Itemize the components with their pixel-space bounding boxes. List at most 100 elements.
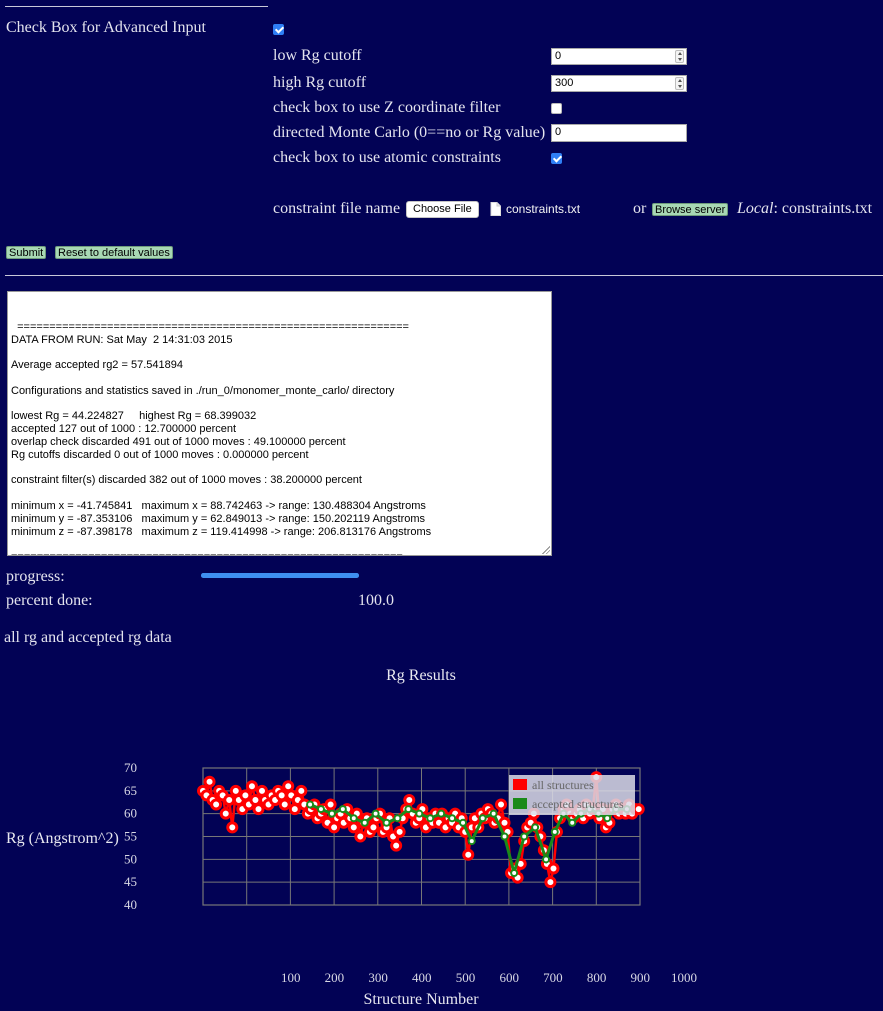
x-tick-label: 1000 <box>671 970 697 985</box>
y-tick-label: 60 <box>124 806 137 821</box>
directed-mc-value: 0 <box>555 126 562 138</box>
data-point <box>324 798 337 811</box>
plot-heading: all rg and accepted rg data <box>4 629 172 646</box>
advanced-input-label: Check Box for Advanced Input <box>6 19 206 36</box>
high-rg-input[interactable]: 300 <box>551 75 687 92</box>
data-point <box>338 805 347 814</box>
resize-handle-icon[interactable] <box>542 546 550 554</box>
x-axis-label: Structure Number <box>363 991 479 1008</box>
y-tick-label: 70 <box>124 760 137 775</box>
data-point <box>354 830 367 843</box>
x-tick-label: 600 <box>499 970 519 985</box>
data-point <box>252 803 265 816</box>
y-tick-label: 50 <box>124 851 137 866</box>
constraint-file-label: constraint file name <box>273 200 401 217</box>
low-rg-label: low Rg cutoff <box>273 47 362 64</box>
output-text: ========================================… <box>11 320 432 555</box>
reset-button[interactable]: Reset to default values <box>55 246 173 259</box>
or-label: or <box>633 200 647 217</box>
high-rg-stepper-icon[interactable] <box>675 77 684 90</box>
data-point <box>371 809 380 818</box>
data-point <box>547 862 560 875</box>
data-point <box>500 832 509 841</box>
x-tick-label: 500 <box>456 970 476 985</box>
chosen-file-name: constraints.txt <box>506 202 581 216</box>
x-tick-label: 900 <box>631 970 651 985</box>
data-point <box>531 823 540 832</box>
data-point <box>210 798 223 811</box>
middle-divider <box>5 275 883 276</box>
directed-mc-label: directed Monte Carlo (0==no or Rg value) <box>273 124 546 141</box>
top-divider <box>5 6 268 7</box>
data-point <box>459 818 468 827</box>
constraints-checkbox[interactable] <box>551 153 562 164</box>
data-point <box>349 814 358 823</box>
data-point <box>360 818 369 827</box>
data-point <box>327 809 336 818</box>
local-label: Local <box>737 200 774 217</box>
data-point <box>437 809 446 818</box>
data-point <box>278 798 291 811</box>
data-point <box>316 805 325 814</box>
high-rg-label: high Rg cutoff <box>273 74 367 91</box>
data-point <box>544 876 557 889</box>
data-point <box>603 814 612 823</box>
data-point <box>415 809 424 818</box>
data-point <box>542 855 551 864</box>
data-point <box>295 784 308 797</box>
data-point <box>403 793 416 806</box>
data-point <box>226 821 239 834</box>
data-point <box>393 825 406 838</box>
progress-bar <box>201 573 359 578</box>
x-tick-label: 800 <box>587 970 607 985</box>
data-point <box>520 832 529 841</box>
y-tick-label: 40 <box>124 897 137 912</box>
x-tick-label: 300 <box>368 970 388 985</box>
low-rg-input[interactable]: 0 <box>551 48 687 65</box>
z-filter-checkbox[interactable] <box>551 103 562 114</box>
legend-swatch <box>513 798 527 809</box>
x-tick-label: 100 <box>281 970 301 985</box>
y-axis-label: Rg (Angstrom^2) <box>6 830 119 847</box>
data-point <box>462 848 475 861</box>
x-tick-label: 400 <box>412 970 432 985</box>
advanced-input-checkbox[interactable] <box>273 24 284 35</box>
low-rg-stepper-icon[interactable] <box>675 50 684 63</box>
local-value: : constraints.txt <box>773 200 873 217</box>
data-point <box>245 780 258 793</box>
data-point <box>478 814 487 823</box>
high-rg-value: 300 <box>555 77 574 89</box>
browse-server-button[interactable]: Browse server <box>652 203 729 216</box>
y-tick-label: 45 <box>124 874 137 889</box>
data-point <box>632 803 645 816</box>
percent-done-label: percent done: <box>6 592 93 609</box>
data-point <box>495 798 508 811</box>
data-point <box>426 814 435 823</box>
chart-legend: all structures accepted structures <box>509 775 635 815</box>
data-point <box>489 809 498 818</box>
data-point <box>347 821 360 834</box>
progress-fill <box>201 573 359 578</box>
data-point <box>550 827 559 836</box>
y-tick-label: 55 <box>124 829 137 844</box>
data-point <box>390 839 403 852</box>
rg-results-chart: Rg Results Rg (Angstrom^2) Structure Num… <box>6 667 697 1008</box>
output-textarea[interactable]: ========================================… <box>7 291 552 556</box>
choose-file-button[interactable]: Choose File <box>406 201 479 218</box>
document-icon <box>490 202 501 216</box>
y-tick-label: 65 <box>124 783 137 798</box>
progress-label: progress: <box>6 568 65 585</box>
submit-button[interactable]: Submit <box>6 246 47 259</box>
directed-mc-input[interactable]: 0 <box>551 124 687 142</box>
data-point <box>203 775 216 788</box>
x-tick-label: 200 <box>325 970 345 985</box>
legend-swatch <box>513 779 527 790</box>
data-point <box>382 818 391 827</box>
data-point <box>568 818 577 827</box>
legend-label: accepted structures <box>532 797 624 811</box>
data-point <box>219 807 232 820</box>
data-point <box>467 837 476 846</box>
percent-done-value: 100.0 <box>358 592 394 609</box>
data-point <box>306 800 315 809</box>
low-rg-value: 0 <box>555 50 562 62</box>
